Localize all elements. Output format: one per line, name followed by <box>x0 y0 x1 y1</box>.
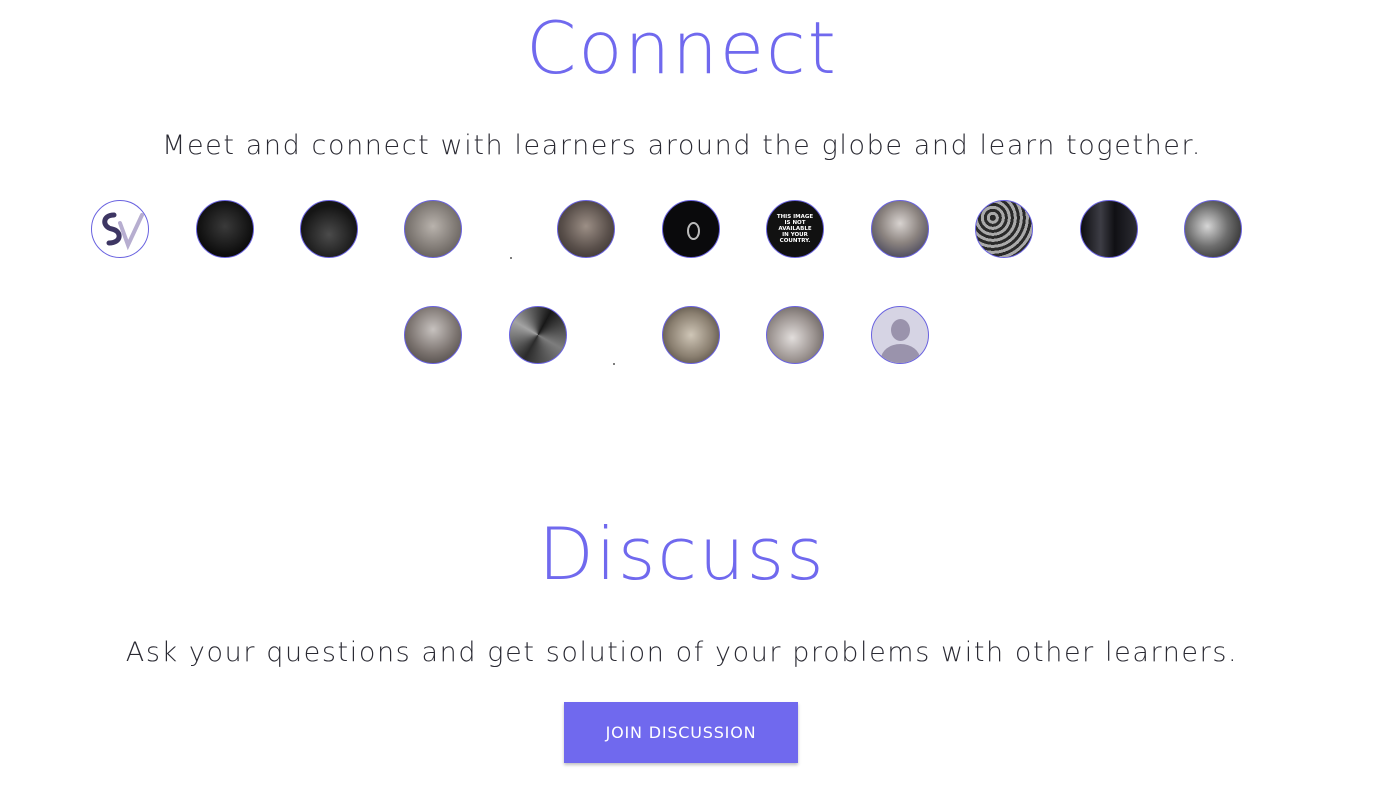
avatar-pattern[interactable] <box>975 200 1033 258</box>
avatar-couple-photo[interactable] <box>1184 200 1242 258</box>
avatar-face-photo[interactable] <box>404 200 462 258</box>
avatar-stage-photo[interactable] <box>1080 200 1138 258</box>
avatar-man-blue-shirt[interactable] <box>871 200 929 258</box>
avatar-lion-photo[interactable] <box>662 306 720 364</box>
avatar-night-scene[interactable] <box>300 200 358 258</box>
ring-mark-icon <box>687 222 700 240</box>
join-discussion-button[interactable]: JOIN DISCUSSION <box>564 702 798 763</box>
avatar-black-mark[interactable] <box>662 200 720 258</box>
broken-avatar-dot <box>613 363 615 365</box>
connect-title: Connect <box>526 6 838 90</box>
user-head-icon <box>891 319 910 341</box>
avatar-man-photo[interactable] <box>557 200 615 258</box>
avatar-sv-logo[interactable] <box>91 200 149 258</box>
broken-avatar-dot <box>510 257 512 259</box>
connect-subtitle: Meet and connect with learners around th… <box>162 130 1202 161</box>
discuss-title: Discuss <box>538 512 826 596</box>
avatar-default-user[interactable] <box>871 306 929 364</box>
avatar-old-man[interactable] <box>404 306 462 364</box>
avatar-not-available[interactable]: THIS IMAGE IS NOT AVAILABLE IN YOUR COUN… <box>766 200 824 258</box>
user-body-icon <box>881 344 920 363</box>
avatar-dark-art[interactable] <box>196 200 254 258</box>
avatar-animal-photo[interactable] <box>766 306 824 364</box>
not-available-text: THIS IMAGE IS NOT AVAILABLE IN YOUR COUN… <box>776 214 814 244</box>
discuss-subtitle: Ask your questions and get solution of y… <box>125 637 1239 668</box>
avatar-abstract-art[interactable] <box>509 306 567 364</box>
